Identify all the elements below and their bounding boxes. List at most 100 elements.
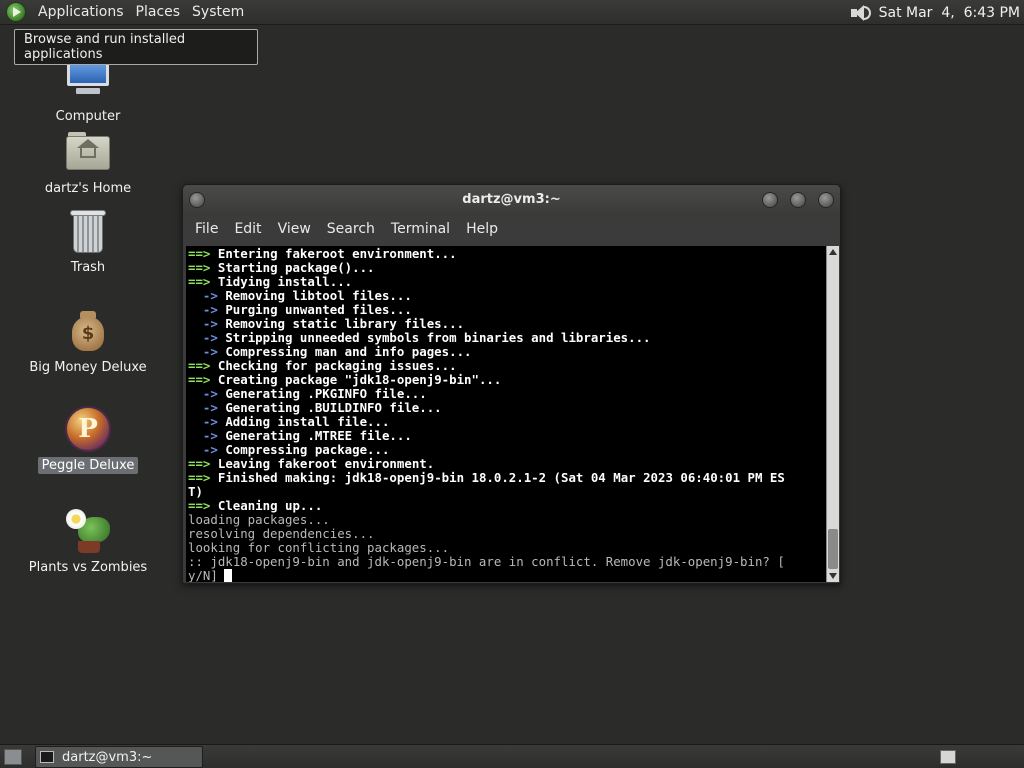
scroll-down-icon[interactable] (829, 573, 837, 579)
terminal-line-text: y/N] (188, 568, 218, 583)
terminal-line-text: Cleaning up... (217, 498, 323, 513)
terminal-line-text: Creating package "jdk18-openj9-bin"... (217, 372, 502, 387)
terminal-line: looking for conflicting packages... (188, 541, 826, 555)
terminal-line-text: Adding install file... (225, 414, 390, 429)
terminal-line: -> Removing static library files... (188, 317, 826, 331)
menu-help[interactable]: Help (458, 221, 506, 237)
taskbar-item-label: dartz@vm3:~ (62, 749, 153, 765)
workspace-switcher[interactable] (940, 750, 956, 764)
terminal-line-text: looking for conflicting packages... (188, 540, 450, 555)
terminal-line: ==> Tidying install... (188, 275, 826, 289)
desktop-icon-trash[interactable]: Trash (18, 207, 158, 276)
sub-arrow-prefix: -> (188, 302, 218, 317)
scroll-thumb[interactable] (828, 529, 838, 569)
close-button[interactable] (818, 192, 834, 208)
terminal-line: -> Removing libtool files... (188, 289, 826, 303)
arrow-prefix: ==> (188, 358, 211, 373)
desktop-icon-label: Computer (55, 109, 121, 124)
terminal-line-text: Compressing package... (225, 442, 390, 457)
text-cursor (223, 569, 232, 582)
menu-places[interactable]: Places (130, 2, 187, 22)
show-desktop-icon[interactable] (4, 749, 22, 765)
taskbar-item-terminal[interactable]: dartz@vm3:~ (35, 746, 203, 768)
terminal-line-text: Generating .MTREE file... (225, 428, 412, 443)
terminal-line: :: jdk18-openj9-bin and jdk-openj9-bin a… (188, 555, 826, 569)
desktop-icon-label: Big Money Deluxe (29, 360, 147, 375)
scroll-up-icon[interactable] (829, 249, 837, 255)
maximize-button[interactable] (790, 192, 806, 208)
terminal-line: resolving dependencies... (188, 527, 826, 541)
sub-arrow-prefix: -> (188, 288, 218, 303)
desktop-icon-label: dartz's Home (44, 181, 132, 196)
terminal-line-text: Removing static library files... (225, 316, 465, 331)
desktop-icon-computer[interactable]: Computer (18, 56, 158, 125)
sub-arrow-prefix: -> (188, 386, 218, 401)
desktop-icon-home[interactable]: dartz's Home (18, 128, 158, 197)
terminal-line-text: Stripping unneeded symbols from binaries… (225, 330, 651, 345)
terminal-line-text: Generating .PKGINFO file... (225, 386, 427, 401)
terminal-line-text: Purging unwanted files... (225, 302, 412, 317)
menu-system[interactable]: System (186, 2, 250, 22)
tooltip: Browse and run installed applications (14, 29, 258, 65)
terminal-line: -> Adding install file... (188, 415, 826, 429)
panel-tray: Sat Mar 4, 6:43 PM (849, 0, 1024, 25)
terminal-line: ==> Entering fakeroot environment... (188, 247, 826, 261)
terminal-scrollbar[interactable] (826, 246, 839, 582)
sub-arrow-prefix: -> (188, 400, 218, 415)
desktop-icon-label: Trash (70, 260, 106, 275)
window-titlebar[interactable]: dartz@vm3:~ (183, 185, 840, 215)
terminal-line: -> Compressing man and info pages... (188, 345, 826, 359)
desktop-icon-big-money-deluxe[interactable]: $ Big Money Deluxe (18, 307, 158, 376)
sub-arrow-prefix: -> (188, 330, 218, 345)
terminal-line-text: Removing libtool files... (225, 288, 412, 303)
window-menu-button[interactable] (189, 192, 205, 208)
terminal-line-text: Generating .BUILDINFO file... (225, 400, 442, 415)
terminal-line: -> Generating .MTREE file... (188, 429, 826, 443)
home-folder-icon (64, 128, 112, 176)
trash-icon (64, 207, 112, 255)
terminal-line: T) (188, 485, 826, 499)
terminal-line-text: Finished making: jdk18-openj9-bin 18.0.2… (217, 470, 785, 485)
sub-arrow-prefix: -> (188, 344, 218, 359)
terminal-menubar: File Edit View Search Terminal Help (183, 215, 840, 243)
arrow-prefix: ==> (188, 498, 211, 513)
terminal-line-text: Checking for packaging issues... (217, 358, 457, 373)
terminal-line: ==> Finished making: jdk18-openj9-bin 18… (188, 471, 826, 485)
terminal-line-text: :: jdk18-openj9-bin and jdk-openj9-bin a… (188, 554, 785, 569)
sub-arrow-prefix: -> (188, 316, 218, 331)
terminal-line-text: loading packages... (188, 512, 330, 527)
terminal-line: ==> Checking for packaging issues... (188, 359, 826, 373)
terminal-window[interactable]: dartz@vm3:~ File Edit View Search Termin… (182, 184, 841, 584)
clock[interactable]: Sat Mar 4, 6:43 PM (879, 5, 1020, 21)
terminal-output[interactable]: ==> Entering fakeroot environment... ==> … (186, 246, 826, 582)
terminal-line-text: Tidying install... (217, 274, 353, 289)
menu-search[interactable]: Search (319, 221, 383, 237)
terminal-line: ==> Creating package "jdk18-openj9-bin".… (188, 373, 826, 387)
terminal-lines: ==> Entering fakeroot environment... ==> … (186, 246, 826, 582)
arrow-prefix: ==> (188, 246, 211, 261)
desktop-icon-plants-vs-zombies[interactable]: Plants vs Zombies (18, 507, 158, 576)
terminal-line: y/N] (188, 569, 826, 582)
terminal-line: -> Stripping unneeded symbols from binar… (188, 331, 826, 345)
applications-menu-icon[interactable] (6, 2, 26, 22)
desktop-icon-label: Peggle Deluxe (37, 457, 139, 474)
menu-view[interactable]: View (270, 221, 319, 237)
minimize-button[interactable] (762, 192, 778, 208)
terminal-line-text: Starting package()... (217, 260, 375, 275)
menu-applications[interactable]: Applications (32, 2, 130, 22)
speaker-icon[interactable] (849, 3, 871, 23)
desktop-icon-label: Plants vs Zombies (28, 560, 148, 575)
menu-file[interactable]: File (187, 221, 226, 237)
terminal-line-text: resolving dependencies... (188, 526, 375, 541)
menu-edit[interactable]: Edit (226, 221, 269, 237)
top-panel: Applications Places System Sat Mar 4, 6:… (0, 0, 1024, 25)
terminal-line-text: T) (188, 484, 203, 499)
arrow-prefix: ==> (188, 274, 211, 289)
arrow-prefix: ==> (188, 456, 211, 471)
terminal-line-text: Leaving fakeroot environment. (217, 456, 435, 471)
terminal-icon (40, 751, 54, 763)
sub-arrow-prefix: -> (188, 442, 218, 457)
menu-terminal[interactable]: Terminal (383, 221, 458, 237)
tooltip-text: Browse and run installed applications (24, 32, 186, 62)
desktop-icon-peggle-deluxe[interactable]: P Peggle Deluxe (18, 405, 158, 474)
